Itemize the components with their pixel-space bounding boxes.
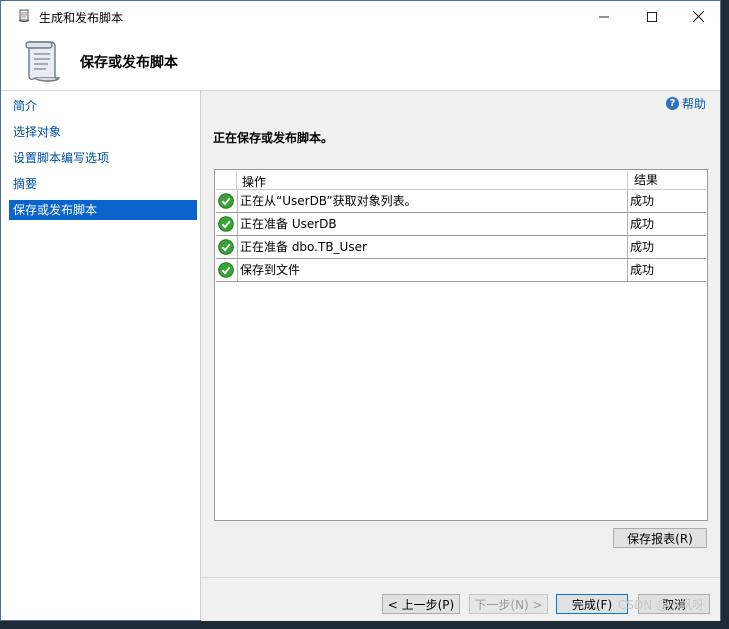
success-icon: [218, 239, 234, 255]
operation-cell: 正在从“UserDB”获取对象列表。: [237, 190, 627, 212]
table-row[interactable]: 正在准备 UserDB 成功: [216, 213, 706, 236]
next-button[interactable]: 下一步(N) >: [469, 594, 548, 614]
help-label: 帮助: [681, 97, 706, 111]
help-icon: ?: [665, 97, 679, 110]
sidebar: 简介 选择对象 设置脚本编写选项 摘要 保存或发布脚本: [1, 91, 201, 620]
sidebar-item-script-options[interactable]: 设置脚本编写选项: [9, 148, 197, 168]
close-button[interactable]: [675, 1, 721, 32]
column-header-operation[interactable]: 操作: [242, 173, 266, 190]
wizard-footer: < 上一步(P) 下一步(N) > 完成(F) 取消 CSDN @小帆呀: [201, 577, 720, 621]
success-icon: [218, 193, 234, 209]
script-icon: [18, 9, 30, 22]
table-row[interactable]: 正在从“UserDB”获取对象列表。 成功: [216, 190, 706, 213]
result-cell: 成功: [627, 259, 706, 281]
page-title: 保存或发布脚本: [80, 55, 178, 71]
success-icon: [218, 262, 234, 278]
maximize-icon: [647, 11, 657, 22]
title-bar: 生成和发布脚本: [1, 1, 720, 32]
grid-header-icon-column: [216, 171, 237, 189]
success-icon: [218, 216, 234, 232]
column-header-result[interactable]: 结果: [627, 171, 658, 189]
result-cell: 成功: [627, 213, 706, 235]
sidebar-item-intro[interactable]: 简介: [9, 96, 197, 116]
main-content: ? 帮助 正在保存或发布脚本。 操作 结果 正在从“UserDB”获取对象列表。…: [201, 91, 720, 577]
maximize-button[interactable]: [629, 1, 675, 32]
section-title: 正在保存或发布脚本。: [213, 131, 334, 145]
operation-cell: 正在准备 dbo.TB_User: [237, 236, 627, 258]
dialog-window: 生成和发布脚本 保存或发布脚本 简介 选择对象 设置脚本编写选项 摘要 保存或发…: [0, 0, 721, 621]
script-scroll-icon: [25, 41, 61, 82]
window-title: 生成和发布脚本: [39, 11, 124, 25]
sidebar-item-summary[interactable]: 摘要: [9, 174, 197, 194]
wizard-header: 保存或发布脚本: [1, 32, 720, 91]
minimize-icon: [599, 16, 609, 17]
help-link[interactable]: ? 帮助: [665, 95, 706, 112]
result-cell: 成功: [627, 190, 706, 212]
results-grid: 操作 结果 正在从“UserDB”获取对象列表。 成功 正在准备 UserDB …: [214, 169, 708, 521]
operation-cell: 保存到文件: [237, 259, 627, 281]
table-row[interactable]: 保存到文件 成功: [216, 259, 706, 282]
sidebar-item-select-objects[interactable]: 选择对象: [9, 122, 197, 142]
watermark: CSDN @小帆呀: [617, 598, 704, 612]
table-row[interactable]: 正在准备 dbo.TB_User 成功: [216, 236, 706, 259]
sidebar-item-save-publish[interactable]: 保存或发布脚本: [9, 200, 197, 220]
grid-header: 操作 结果: [216, 171, 706, 190]
close-icon: [692, 11, 704, 22]
save-report-button[interactable]: 保存报表(R): [613, 528, 707, 548]
result-cell: 成功: [627, 236, 706, 258]
operation-cell: 正在准备 UserDB: [237, 213, 627, 235]
previous-button[interactable]: < 上一步(P): [382, 594, 460, 614]
minimize-button[interactable]: [581, 1, 627, 32]
